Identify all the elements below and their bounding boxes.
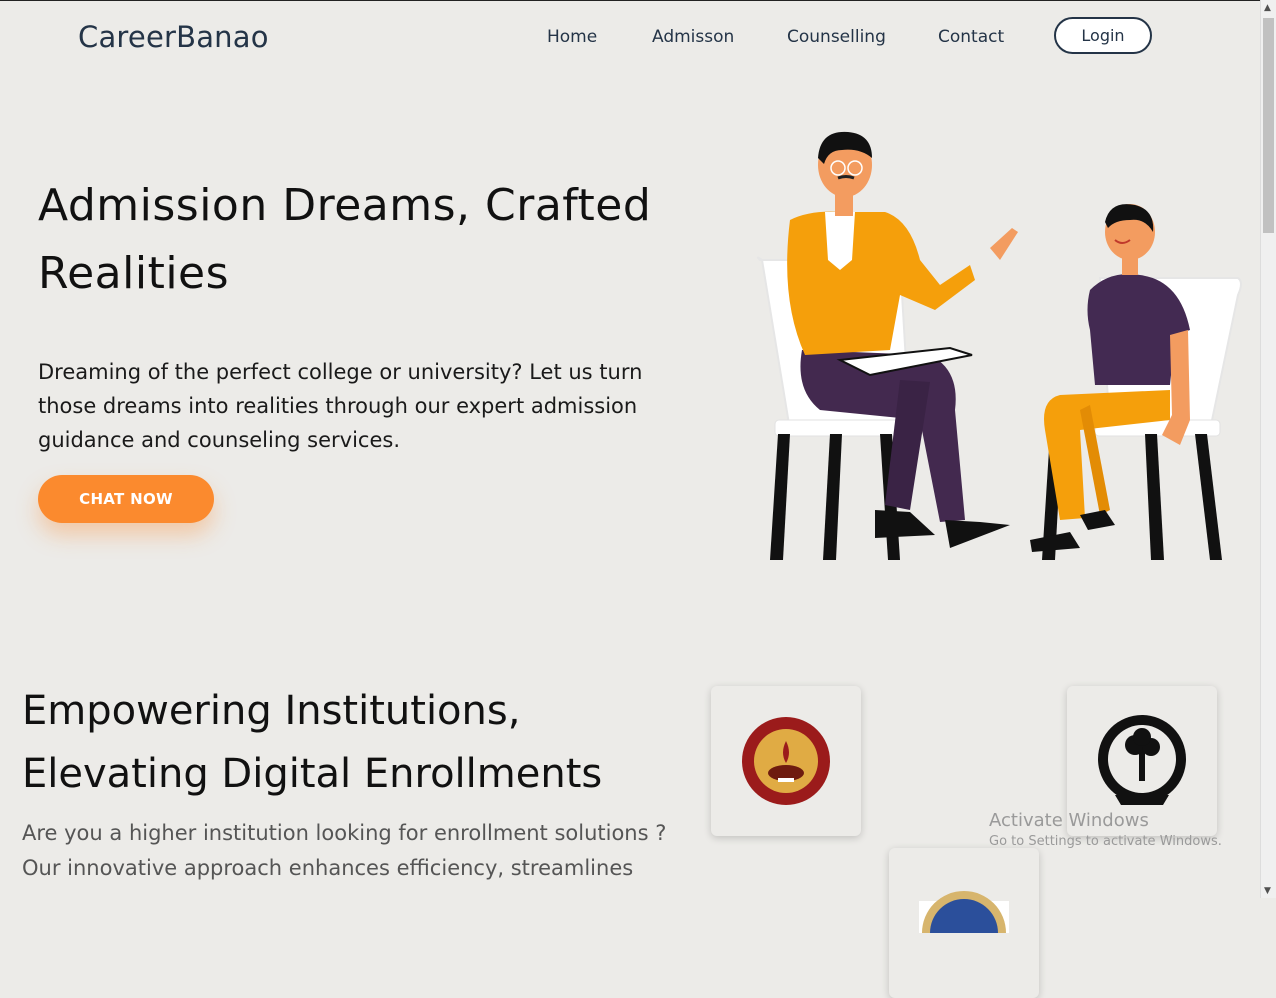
top-border xyxy=(0,0,1276,1)
hero-description: Dreaming of the perfect college or unive… xyxy=(38,360,643,452)
activate-title: Activate Windows xyxy=(989,810,1149,831)
institutions-heading-line1: Empowering Institutions, xyxy=(22,688,521,734)
chat-now-button[interactable]: CHAT NOW xyxy=(38,475,214,523)
institutions-text-line2: Our innovative approach enhances efficie… xyxy=(22,856,634,880)
brand-logo[interactable]: CareerBanao xyxy=(78,20,269,54)
nav-contact[interactable]: Contact xyxy=(938,27,1004,47)
counselling-illustration xyxy=(756,131,1242,560)
iit-kharagpur-logo xyxy=(1098,715,1186,805)
scroll-up-icon[interactable]: ▲ xyxy=(1264,3,1271,13)
institutions-heading-line2: Elevating Digital Enrollments xyxy=(22,751,603,797)
institutions-text-line1: Are you a higher institution looking for… xyxy=(22,821,667,845)
nav-admission[interactable]: Admisson xyxy=(652,27,734,47)
logo-card-iit-madras[interactable] xyxy=(711,686,861,836)
logo-card-university[interactable] xyxy=(889,848,1039,998)
nav-home[interactable]: Home xyxy=(547,27,597,47)
institutions-heading: Empowering Institutions, Elevating Digit… xyxy=(22,680,662,806)
windows-activation-watermark: Activate Windows Go to Settings to activ… xyxy=(989,810,1222,849)
university-logo xyxy=(919,891,1009,933)
scroll-down-icon[interactable]: ▼ xyxy=(1264,886,1271,896)
page-scrollbar[interactable]: ▲ ▼ xyxy=(1260,0,1276,898)
login-button[interactable]: Login xyxy=(1054,17,1152,54)
institutions-description: Are you a higher institution looking for… xyxy=(22,816,690,886)
iit-madras-logo xyxy=(742,717,830,805)
nav-counselling[interactable]: Counselling xyxy=(787,27,886,47)
activate-subtitle: Go to Settings to activate Windows. xyxy=(989,834,1222,849)
hero-title: Admission Dreams, Crafted Realities xyxy=(38,180,652,299)
scroll-thumb[interactable] xyxy=(1263,18,1274,233)
